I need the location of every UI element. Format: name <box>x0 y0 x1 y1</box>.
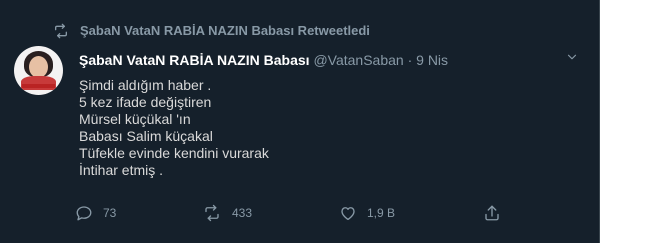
tweet-line: Mürsel küçükal 'ın <box>79 111 191 127</box>
retweet-icon <box>202 204 222 222</box>
tweet-line: İntihar etmiş . <box>79 162 164 178</box>
author-name[interactable]: ŞabaN VataN RABİA NAZIN Babası <box>79 52 310 68</box>
more-options-icon[interactable] <box>565 50 579 67</box>
avatar-band <box>22 84 55 88</box>
tweet-line: 5 kez ifade değiştiren <box>79 94 212 110</box>
share-button[interactable] <box>483 203 501 223</box>
author-handle[interactable]: @VatanSaban <box>313 52 403 68</box>
tweet-text: Şimdi aldığım haber . 5 kez ifade değişt… <box>79 77 269 179</box>
heart-icon <box>339 204 357 222</box>
page-margin <box>600 0 652 243</box>
tweet-header: ŞabaN VataN RABİA NAZIN Babası @VatanSab… <box>79 52 448 69</box>
retweet-context <box>53 23 69 39</box>
tweet-line: Şimdi aldığım haber . <box>79 77 212 93</box>
tweet-line: Babası Salim küçakal <box>79 128 213 144</box>
reply-button[interactable]: 73 <box>75 203 116 223</box>
header-separator: · <box>407 52 413 68</box>
tweet-actions: 73 433 1,9 B <box>0 203 600 223</box>
avatar-face <box>29 56 48 78</box>
reply-icon <box>75 204 93 222</box>
like-count: 1,9 B <box>367 206 396 220</box>
tweet-line: Tüfekle evinde kendini vurarak <box>79 145 269 161</box>
retweet-icon <box>53 23 69 39</box>
share-icon <box>483 204 501 222</box>
retweet-button[interactable]: 433 <box>202 203 252 223</box>
retweeted-by-link[interactable]: ŞabaN VataN RABİA NAZIN Babası Retweetle… <box>80 23 370 39</box>
tweet-date[interactable]: 9 Nis <box>416 52 448 68</box>
like-button[interactable]: 1,9 B <box>339 203 395 223</box>
retweet-count: 433 <box>232 206 253 220</box>
reply-count: 73 <box>103 206 117 220</box>
avatar[interactable] <box>14 46 63 95</box>
